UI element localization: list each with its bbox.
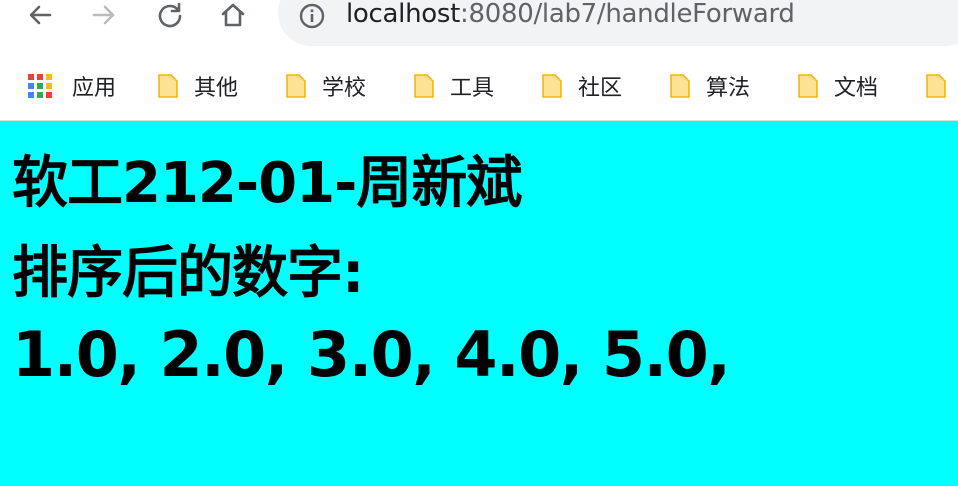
url-path: :8080/lab7/handleForward: [460, 0, 795, 29]
folder-icon: [542, 74, 562, 98]
site-info-icon[interactable]: [298, 2, 326, 30]
back-button[interactable]: [20, 0, 60, 30]
folder-icon: [926, 74, 946, 98]
bookmark-folder-community[interactable]: 社区: [542, 68, 622, 104]
bookmark-folder-other[interactable]: 其他: [158, 68, 238, 104]
back-arrow-icon: [29, 5, 52, 25]
bookmark-label: 应用: [72, 76, 117, 101]
url-host: localhost: [346, 0, 461, 29]
bookmark-label: 工具: [450, 76, 495, 101]
bookmark-label: 文档: [834, 76, 879, 101]
bookmark-label: 社区: [578, 76, 623, 101]
forward-button[interactable]: [84, 0, 124, 30]
page-heading: 软工212-01-周新斌: [12, 151, 522, 216]
reload-icon: [158, 2, 182, 28]
home-icon: [221, 3, 245, 27]
folder-icon: [414, 74, 434, 98]
forward-arrow-icon: [92, 5, 115, 25]
folder-icon: [798, 74, 818, 98]
sorted-numbers: 1.0, 2.0, 3.0, 4.0, 5.0,: [12, 318, 731, 391]
home-button[interactable]: [213, 0, 253, 30]
bookmark-folder-docs[interactable]: 文档: [798, 68, 878, 104]
page-subheading: 排序后的数字:: [12, 241, 364, 306]
bookmark-folder-tools[interactable]: 工具: [414, 68, 494, 104]
reload-button[interactable]: [150, 0, 190, 30]
apps-grid-icon: [28, 74, 52, 98]
browser-toolbar: localhost:8080/lab7/handleForward: [0, 0, 958, 52]
bookmark-apps[interactable]: 应用: [28, 68, 116, 104]
page-content: 软工212-01-周新斌 排序后的数字: 1.0, 2.0, 3.0, 4.0,…: [0, 121, 958, 486]
bookmark-folder-algorithms[interactable]: 算法: [670, 68, 750, 104]
bookmark-folder-overflow[interactable]: [926, 68, 946, 104]
bookmark-label: 算法: [706, 76, 751, 101]
bookmark-label: 其他: [194, 76, 239, 101]
bookmark-label: 学校: [322, 76, 367, 101]
folder-icon: [158, 74, 178, 98]
bookmarks-bar: 应用 其他 学校 工具 社区 算法 文档: [0, 52, 958, 121]
folder-icon: [286, 74, 306, 98]
address-url[interactable]: localhost:8080/lab7/handleForward: [346, 0, 795, 30]
folder-icon: [670, 74, 690, 98]
bookmark-folder-school[interactable]: 学校: [286, 68, 366, 104]
